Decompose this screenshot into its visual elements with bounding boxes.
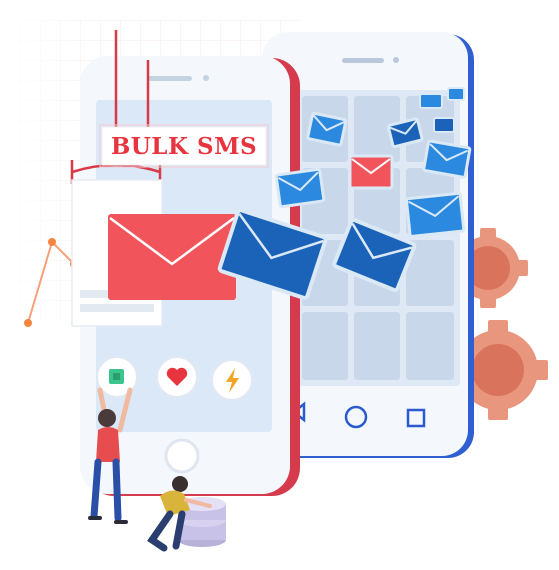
red-envelope-icon <box>108 214 236 300</box>
red-envelope-icon <box>348 154 394 190</box>
illustration-canvas <box>0 20 548 552</box>
blue-envelope-icon <box>274 167 326 209</box>
heart-icon <box>156 356 198 398</box>
bulk-sms-title: BULK SMS <box>110 132 258 160</box>
lightning-icon <box>211 359 253 401</box>
home-button <box>164 438 200 474</box>
bulk-sms-illustration: BULK SMS <box>0 0 559 570</box>
blue-envelope-icon <box>306 111 348 147</box>
blue-envelope-icon <box>422 139 472 179</box>
blue-envelope-icon <box>404 191 466 238</box>
